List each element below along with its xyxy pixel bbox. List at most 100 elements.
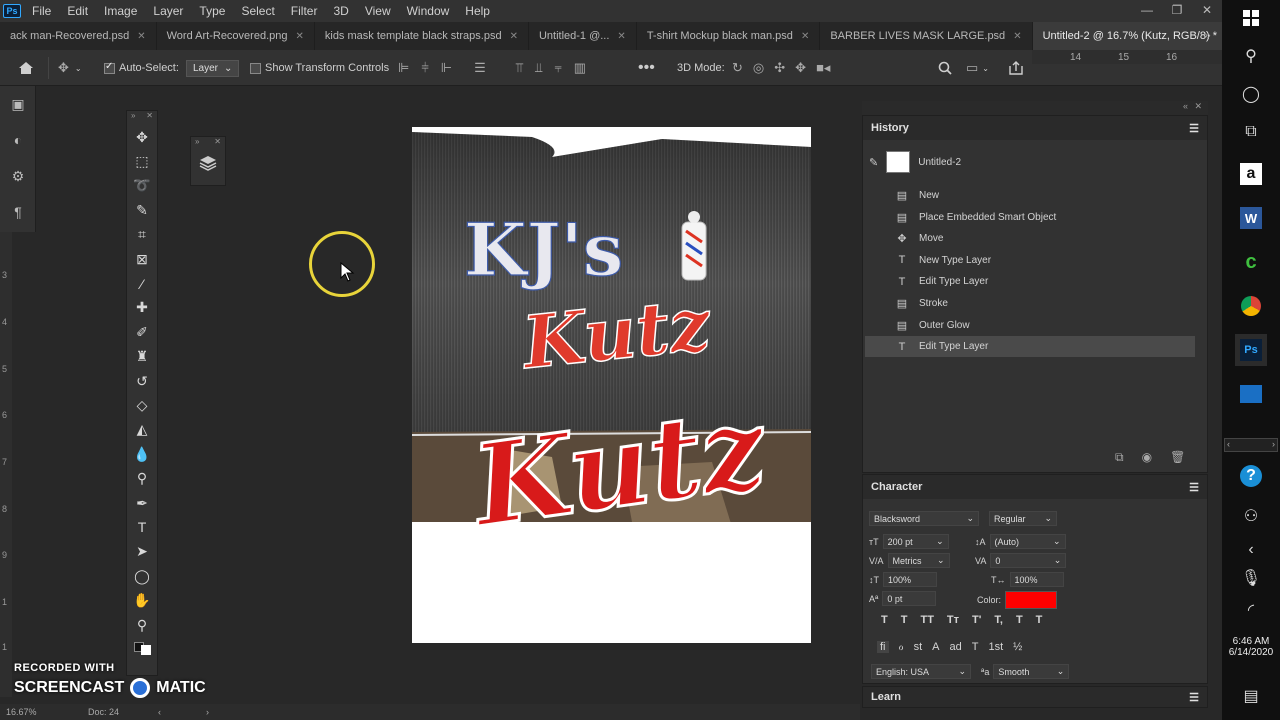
learn-title[interactable]: Learn [871,691,901,703]
amazon-icon[interactable]: a [1235,158,1267,190]
tracking-input[interactable]: 0 ⌄ [990,553,1067,568]
help-icon[interactable]: ? [1235,460,1267,492]
history-state[interactable]: T New Type Layer [865,250,1195,271]
more-options-icon[interactable]: ••• [638,50,655,86]
new-document-from-state-icon[interactable]: ⧉ [1115,450,1124,465]
layers-icon[interactable] [191,155,225,171]
notifications-icon[interactable]: ▤ [1235,680,1267,712]
workspace-icon[interactable]: ▭ ⌄ [966,50,989,86]
distribute-vertical-icon[interactable]: ▥ [574,60,586,76]
adjustments-icon[interactable]: ◐ [0,122,36,158]
panel-menu-icon[interactable]: ☰ [1189,691,1199,704]
frame-tool-icon[interactable]: ⊠ [127,247,157,271]
type-style-button[interactable]: T [1036,614,1043,626]
3d-orbit-icon[interactable]: ↻ [732,60,743,76]
document-tab[interactable]: ack man-Recovered.psd ✕ [0,22,157,50]
3d-pan-icon[interactable]: ✣ [774,60,785,76]
menu-image[interactable]: Image [96,0,145,22]
pen-tool-icon[interactable]: ✒ [127,491,157,515]
distribute-icon[interactable]: ☰ [474,60,486,76]
type-style-button[interactable]: T, [994,614,1003,626]
font-family-dropdown[interactable]: Blacksword ⌄ [869,511,979,526]
close-tab-icon[interactable]: ✕ [801,31,809,42]
antialias-dropdown[interactable]: Smooth ⌄ [993,664,1070,679]
baseline-shift-input[interactable]: 0 pt [882,591,937,606]
move-tool-preset-icon[interactable]: ✥ ⌄ [58,50,82,86]
people-icon[interactable]: ⚇ [1235,500,1267,532]
document-canvas[interactable]: KJ's Kutz Kutz [412,127,811,643]
restore-button[interactable]: ❐ [1162,0,1192,22]
auto-select-dropdown[interactable]: Layer ⌄ [186,50,240,86]
document-tab[interactable]: T-shirt Mockup black man.psd ✕ [637,22,821,50]
windows-start-icon[interactable] [1235,2,1267,34]
home-icon[interactable] [18,50,34,86]
history-state[interactable]: ▤ Stroke [865,293,1195,314]
color-swatches-icon[interactable] [127,637,157,657]
font-size-input[interactable]: 200 pt ⌄ [882,534,949,549]
type-style-button[interactable]: T' [972,614,981,626]
taskbar-scroll[interactable]: ‹ › [1224,438,1278,452]
align-bottom-icon[interactable]: ⫧ [554,60,561,76]
paragraph-icon[interactable]: ¶ [0,194,36,230]
microphone-icon[interactable]: 🎙 [1235,562,1267,594]
snapshot-camera-icon[interactable]: ◉ [1142,450,1152,465]
text-color-swatch[interactable] [1005,591,1058,609]
task-view-icon[interactable]: ⧉ [1235,116,1267,148]
path-selection-icon[interactable]: ➤ [127,540,157,564]
opentype-button[interactable]: st [914,641,923,653]
close-tab-icon[interactable]: ✕ [295,31,303,42]
vertical-scale-input[interactable]: 100% [883,572,937,587]
align-center-icon[interactable]: ⫩ [421,60,428,76]
tabs-overflow-icon[interactable]: » [1204,28,1211,42]
cortana-icon[interactable]: ◯ [1235,78,1267,110]
photoshop-taskbar-icon[interactable]: Ps [1235,334,1267,366]
3d-roll-icon[interactable]: ◎ [753,60,764,76]
leading-input[interactable]: (Auto) ⌄ [989,534,1066,549]
show-transform-checkbox[interactable]: Show Transform Controls [250,50,389,86]
delete-state-icon[interactable]: 🗑 [1170,450,1185,465]
clock[interactable]: 6:46 AM 6/14/2020 [1222,636,1280,658]
opentype-button[interactable]: fi [877,640,889,653]
menu-select[interactable]: Select [233,0,282,22]
document-tab[interactable]: BARBER LIVES MASK LARGE.psd ✕ [820,22,1033,50]
align-middle-icon[interactable]: ⫫ [535,60,542,76]
opentype-button[interactable]: T [972,641,979,653]
close-panels-icon[interactable]: ✕ [1194,101,1202,112]
chrome-icon[interactable] [1235,290,1267,322]
type-style-button[interactable]: TT [920,614,933,626]
menu-filter[interactable]: Filter [283,0,326,22]
history-snapshot[interactable]: ✎ Untitled-2 [869,151,961,173]
opentype-button[interactable]: A [932,641,939,653]
clone-stamp-icon[interactable]: ♜ [127,345,157,369]
app-green-icon[interactable]: c [1235,246,1267,278]
dodge-tool-icon[interactable]: ⚲ [127,466,157,490]
menu-edit[interactable]: Edit [59,0,96,22]
kerning-input[interactable]: Metrics ⌄ [887,553,950,568]
minimize-button[interactable]: — [1132,0,1162,22]
menu-window[interactable]: Window [399,0,458,22]
opentype-button[interactable]: 1st [988,641,1003,653]
zoom-level[interactable]: 16.67% [6,707,37,717]
libraries-icon[interactable]: ▣ [0,86,36,122]
history-state[interactable]: ✥ Move [865,228,1195,249]
history-state[interactable]: ▤ New [865,185,1195,206]
collapse-icon[interactable]: » [131,111,135,125]
hand-tool-icon[interactable]: ✋ [127,588,157,612]
properties-icon[interactable]: ⚙ [0,158,36,194]
document-tab[interactable]: kids mask template black straps.psd ✕ [315,22,529,50]
history-state[interactable]: ▤ Outer Glow [865,315,1195,336]
eyedropper-tool-icon[interactable]: ⁄ [127,271,157,295]
close-tab-icon[interactable]: ✕ [617,31,625,42]
menu-help[interactable]: Help [457,0,498,22]
scroll-left-icon[interactable]: ‹ [158,707,161,717]
document-tab[interactable]: Untitled-1 @... ✕ [529,22,637,50]
history-state[interactable]: T Edit Type Layer [865,271,1195,292]
quick-select-tool-icon[interactable]: ✎ [127,198,157,222]
collapse-panels-icon[interactable]: « [1183,101,1188,111]
type-style-button[interactable]: T [1016,614,1023,626]
search-icon[interactable] [938,50,952,86]
brush-tool-icon[interactable]: ✐ [127,320,157,344]
zoom-tool-icon[interactable]: ⚲ [127,613,157,637]
opentype-button[interactable]: ℴ [899,640,904,653]
3d-slide-icon[interactable]: ✥ [795,60,806,76]
